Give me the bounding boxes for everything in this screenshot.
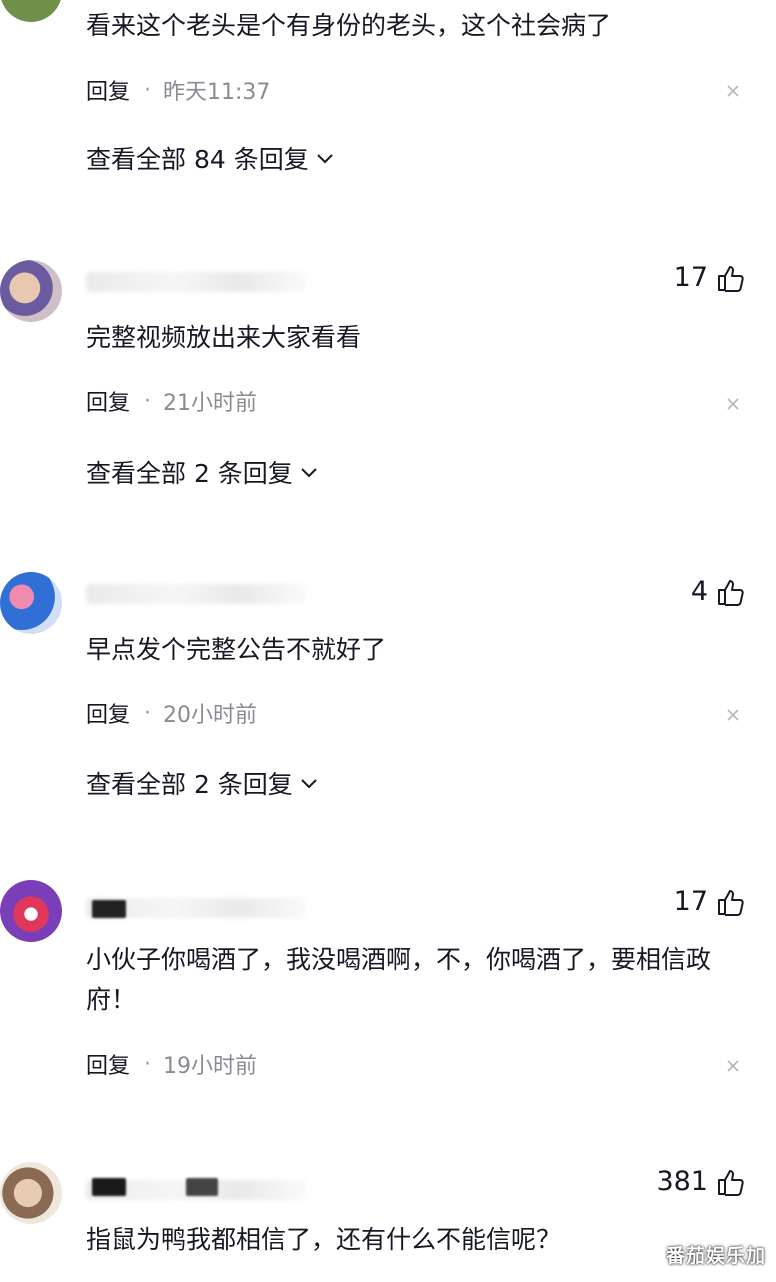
thumbs-up-icon — [718, 265, 744, 292]
chevron-down-icon — [301, 468, 317, 478]
like-count: 17 — [673, 886, 708, 917]
view-replies-label: 查看全部 2 条回复 — [86, 459, 293, 488]
reply-button[interactable]: 回复 — [86, 74, 130, 106]
comment-text: 看来这个老头是个有身份的老头，这个社会病了 — [86, 11, 612, 40]
avatar[interactable] — [0, 572, 62, 634]
close-icon[interactable] — [724, 706, 742, 724]
thumbs-up-icon — [718, 1169, 744, 1196]
thumbs-up-icon — [718, 889, 744, 916]
reply-button[interactable]: 回复 — [86, 385, 130, 417]
like-count: 4 — [690, 576, 708, 607]
chevron-down-icon — [317, 154, 333, 164]
comment-text: 早点发个完整公告不就好了 — [86, 635, 387, 664]
reply-button[interactable]: 回复 — [86, 1048, 130, 1080]
comment-meta: 回复 · 昨天11:37 — [86, 74, 270, 106]
watermark: 番茄娱乐加 — [665, 1245, 766, 1267]
comment-time: 昨天11:37 — [163, 80, 271, 105]
view-replies-link[interactable]: 查看全部 84 条回复 — [86, 140, 335, 176]
comment-time: 20小时前 — [163, 703, 258, 728]
username-fragment — [186, 1178, 218, 1196]
view-replies-label: 查看全部 84 条回复 — [86, 145, 309, 174]
view-replies-link[interactable]: 查看全部 2 条回复 — [86, 765, 319, 801]
username-fragment — [92, 1178, 126, 1196]
comment-text: 指鼠为鸭我都相信了，还有什么不能信呢？ — [86, 1225, 562, 1254]
reply-button[interactable]: 回复 — [86, 697, 130, 729]
like-button[interactable]: 17 — [674, 886, 746, 917]
separator-dot: · — [144, 700, 152, 726]
avatar[interactable] — [0, 260, 62, 322]
like-count: 381 — [656, 1166, 708, 1197]
comment-time: 21小时前 — [163, 391, 258, 416]
username[interactable] — [86, 272, 306, 292]
close-icon[interactable] — [724, 395, 742, 413]
like-button[interactable]: 4 — [691, 576, 746, 607]
thumbs-up-icon — [718, 579, 744, 606]
comment-meta: 回复 · 19小时前 — [86, 1048, 257, 1080]
avatar[interactable] — [0, 880, 62, 942]
like-count: 17 — [673, 262, 708, 293]
chevron-down-icon — [301, 779, 317, 789]
separator-dot: · — [144, 1051, 152, 1077]
close-icon[interactable] — [724, 1057, 742, 1075]
view-replies-label: 查看全部 2 条回复 — [86, 770, 293, 799]
separator-dot: · — [144, 77, 152, 103]
username[interactable] — [86, 584, 306, 604]
avatar[interactable] — [0, 0, 62, 22]
comment-time: 19小时前 — [163, 1054, 258, 1079]
like-button[interactable]: 17 — [674, 262, 746, 293]
avatar[interactable] — [0, 1162, 62, 1224]
like-button[interactable]: 381 — [656, 1166, 746, 1197]
close-icon[interactable] — [724, 82, 742, 100]
comment-text: 小伙子你喝酒了，我没喝酒啊，不，你喝酒了，要相信政府！ — [86, 945, 712, 1014]
comment-meta: 回复 · 20小时前 — [86, 697, 257, 729]
comment-meta: 回复 · 21小时前 — [86, 385, 257, 417]
username-fragment — [92, 900, 126, 918]
separator-dot: · — [144, 388, 152, 414]
view-replies-link[interactable]: 查看全部 2 条回复 — [86, 454, 319, 490]
comment-text: 完整视频放出来大家看看 — [86, 323, 362, 352]
